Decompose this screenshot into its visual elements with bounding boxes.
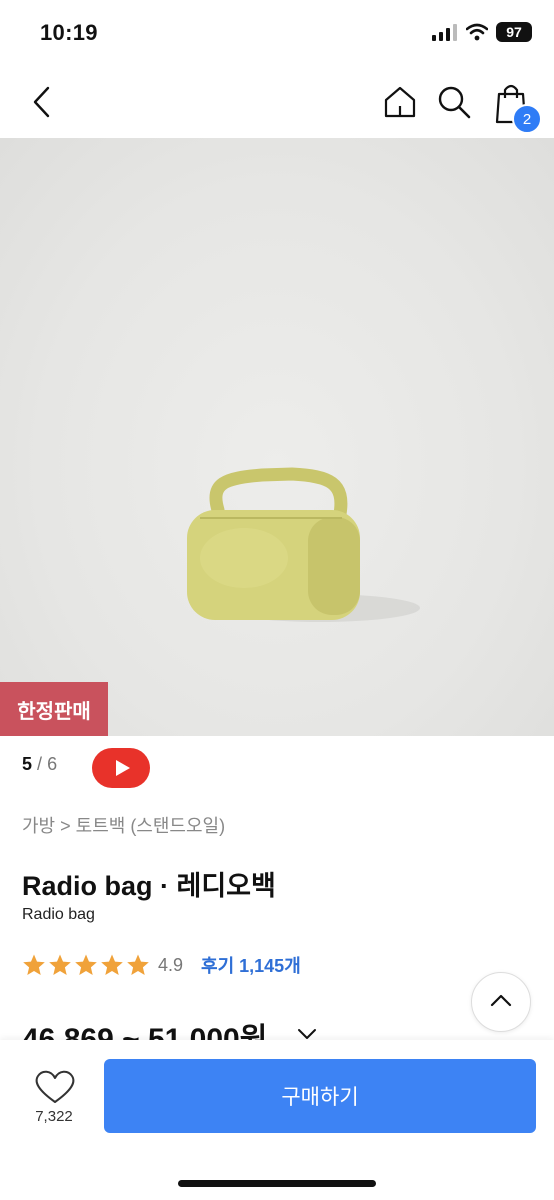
like-count: 7,322 [35,1108,73,1125]
product-subtitle: Radio bag [22,906,95,923]
star-icon [49,954,71,975]
cellular-signal-icon [432,24,457,41]
pager-total: 6 [47,754,58,774]
nav-bar [0,66,554,138]
buy-button[interactable]: 구매하기 [104,1059,536,1133]
cart-count-badge: 2 [512,104,542,134]
star-icon [75,954,97,975]
status-icons: 97 [432,22,532,42]
review-count-link[interactable]: 후기 1,145개 [201,952,301,978]
home-icon[interactable] [380,82,420,122]
home-indicator [178,1180,376,1187]
star-icon [127,954,149,975]
star-icon [101,954,123,975]
heart-icon[interactable] [30,1066,80,1106]
pager-current: 5 [22,754,33,774]
search-icon[interactable] [434,82,474,122]
status-time: 10:19 [40,20,98,45]
youtube-video-button[interactable] [92,748,150,788]
status-bar: 10:19 97 [0,0,554,66]
star-rating [22,953,150,977]
radio-bag-illustration [187,467,420,622]
product-title: Radio bag · 레디오백 [22,871,276,901]
battery-indicator: 97 [496,22,532,42]
product-image[interactable] [0,138,554,736]
youtube-play-icon [116,760,130,776]
pager-separator: / [37,754,43,774]
scroll-to-top-button[interactable] [471,972,531,1032]
star-icon [23,954,45,975]
back-chevron-icon[interactable] [24,82,64,122]
breadcrumb[interactable]: 가방 > 토트백 (스탠드오일) [22,812,225,838]
limited-sale-badge: 한정판매 [0,682,108,736]
rating-row: 4.9 후기 1,145개 [22,952,301,978]
rating-value: 4.9 [158,954,184,975]
chevron-up-icon [490,994,512,1007]
wifi-icon [466,23,488,41]
image-pager: 5 / 6 [22,754,57,775]
